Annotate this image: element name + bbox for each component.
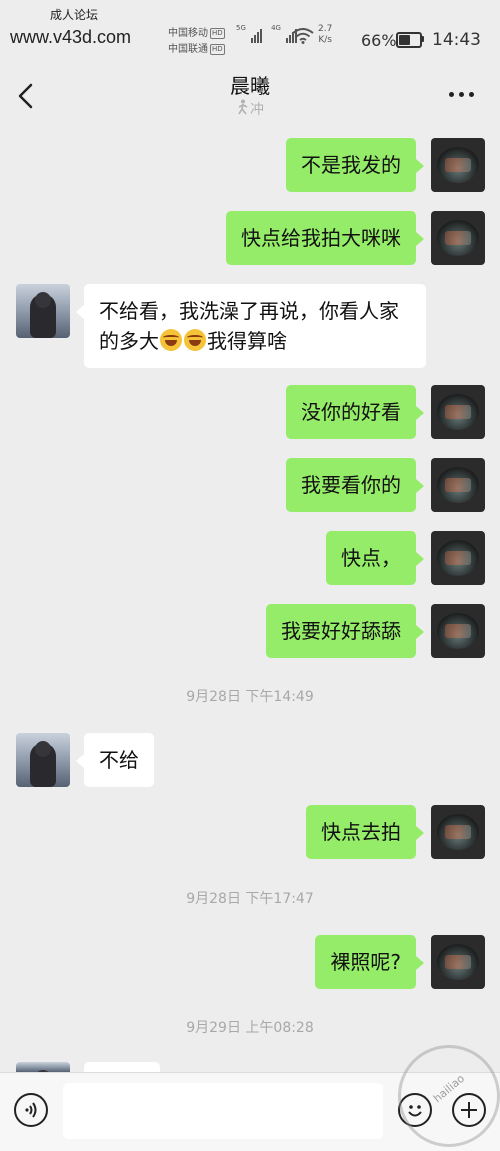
message-timestamp: 9月28日 下午17:47 (186, 891, 314, 907)
my-avatar[interactable] (431, 604, 485, 658)
contact-avatar[interactable] (16, 1062, 70, 1072)
clock: 14:43 (432, 30, 481, 50)
hiking-icon (236, 99, 250, 115)
bubble-tail (416, 826, 424, 840)
contact-avatar[interactable] (16, 733, 70, 787)
network-2-label: 4G (271, 24, 281, 32)
message-bubble[interactable]: 快点给我拍大咪咪 (226, 211, 416, 265)
my-avatar[interactable] (431, 211, 485, 265)
battery-icon (396, 32, 422, 48)
my-avatar[interactable] (431, 935, 485, 989)
message-bubble[interactable]: 我要好好舔舔 (266, 604, 416, 658)
bubble-tail (76, 754, 84, 768)
message-bubble[interactable]: 不是我发的 (286, 138, 416, 192)
my-avatar[interactable] (431, 138, 485, 192)
my-avatar[interactable] (431, 458, 485, 512)
battery-percent: 66% (361, 31, 397, 50)
bubble-tail (416, 159, 424, 173)
carrier-1-label: 中国移动 (168, 28, 208, 39)
watermark-stamp-text: hailiao (430, 1071, 468, 1106)
more-options-icon[interactable] (449, 92, 475, 100)
message-timestamp: 9月28日 下午14:49 (186, 689, 314, 705)
carrier-1: 中国移动 HD (168, 24, 225, 39)
message-bubble[interactable]: 快点， (326, 531, 416, 585)
message-bubble[interactable]: 不给 (84, 733, 154, 787)
carrier-2-label: 中国联通 (168, 44, 208, 55)
message-bubble[interactable]: 没你的好看 (286, 385, 416, 439)
contact-avatar[interactable] (16, 284, 70, 338)
message-input[interactable] (63, 1083, 383, 1139)
bubble-tail (76, 305, 84, 319)
bubble-tail (416, 552, 424, 566)
joy-tears-emoji-icon (160, 329, 182, 351)
message-bubble[interactable]: 不给看，我洗澡了再说，你看人家的多大 我得算啥 (84, 284, 426, 368)
message-timestamp: 9月29日 上午08:28 (186, 1020, 314, 1036)
bubble-tail (416, 406, 424, 420)
chat-subtitle: 冲 (0, 99, 500, 119)
signal-icon: 5G 4G (236, 24, 298, 43)
message-bubble[interactable] (84, 1062, 160, 1072)
bubble-tail (416, 625, 424, 639)
bubble-tail (416, 232, 424, 246)
carrier-2: 中国联通 HD (168, 40, 225, 55)
message-bubble[interactable]: 我要看你的 (286, 458, 416, 512)
my-avatar[interactable] (431, 805, 485, 859)
message-bubble[interactable]: 裸照呢? (315, 935, 416, 989)
battery-tip (421, 36, 424, 42)
my-avatar[interactable] (431, 385, 485, 439)
network-1-label: 5G (236, 24, 246, 32)
chat-header: 晨曦 冲 (0, 62, 500, 130)
watermark-stamp: hailiao (398, 1045, 500, 1147)
status-bar: 成人论坛 www.v43d.com 中国移动 HD 中国联通 HD 5G 4G 2.… (0, 0, 500, 62)
watermark-label: 成人论坛 (50, 8, 99, 22)
hd-badge-2: HD (210, 43, 225, 55)
hd-badge-1: HD (210, 27, 225, 39)
message-text: 我得算啥 (207, 329, 287, 353)
message-bubble[interactable]: 快点去拍 (306, 805, 416, 859)
chat-title: 晨曦 (230, 74, 270, 98)
watermark-url: www.v43d.com (10, 27, 132, 47)
joy-tears-emoji-icon (184, 329, 206, 351)
bubble-tail (416, 479, 424, 493)
chat-subtitle-text: 冲 (250, 102, 264, 118)
voice-icon[interactable] (14, 1093, 48, 1127)
speed-unit: K/s (318, 35, 332, 45)
speed-value: 2.7 (318, 24, 333, 34)
my-avatar[interactable] (431, 531, 485, 585)
network-speed: 2.7 K/s (318, 24, 332, 46)
wifi-icon (292, 28, 314, 44)
bubble-tail (416, 956, 424, 970)
